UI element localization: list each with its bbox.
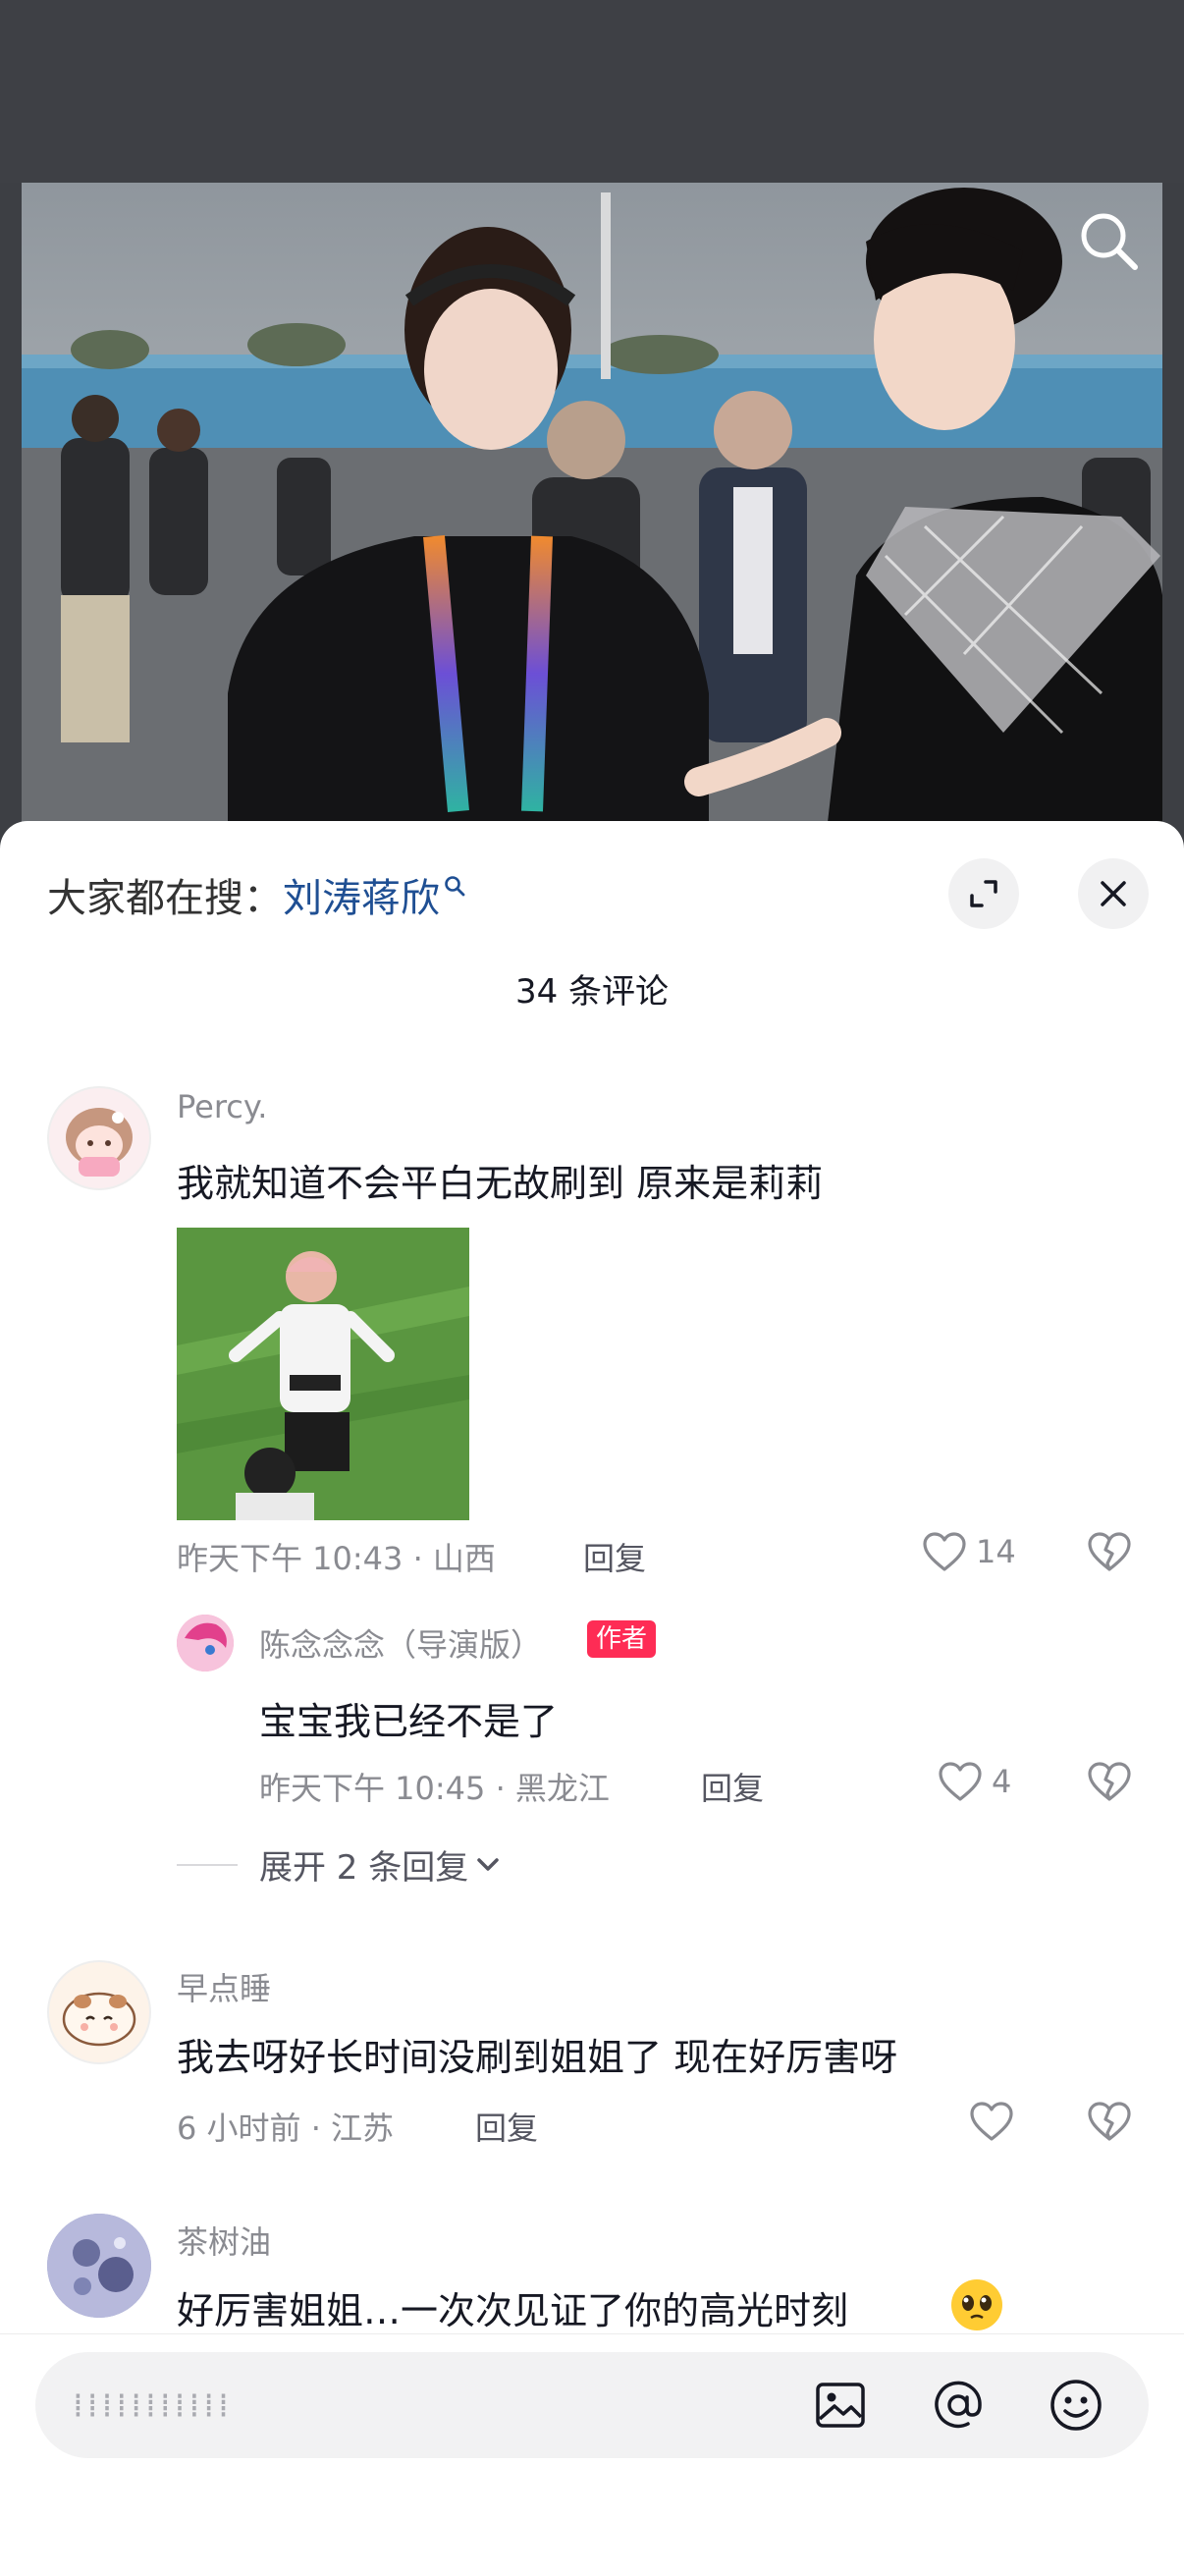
expand-button[interactable] bbox=[948, 858, 1019, 929]
image-icon[interactable] bbox=[811, 2376, 870, 2435]
reply-text: 宝宝我已经不是了 bbox=[259, 1700, 559, 1743]
avatar[interactable] bbox=[177, 1615, 234, 1672]
expand-replies-label: 展开 2 条回复 bbox=[259, 1848, 469, 1888]
avatar-cartoon-girl bbox=[66, 1108, 133, 1177]
comment-nickname[interactable]: 茶树油 bbox=[177, 2218, 271, 2263]
expand-replies-button[interactable]: 展开 2 条回复 bbox=[259, 1840, 502, 1889]
close-icon bbox=[1101, 881, 1126, 906]
comment-text: 我去呀好长时间没刷到姐姐了 现在好厉害呀 bbox=[177, 2036, 898, 2079]
heart-icon[interactable] bbox=[968, 2100, 1015, 2143]
comment-image[interactable] bbox=[177, 1228, 469, 1520]
event-photo-illustration bbox=[22, 183, 1162, 831]
broken-heart-icon[interactable] bbox=[1086, 1760, 1133, 1803]
emoji-icon[interactable] bbox=[1047, 2376, 1105, 2435]
comment-nickname[interactable]: 早点睡 bbox=[177, 1964, 271, 2009]
comment-sheet: 大家都在搜： 刘涛蒋欣 34 条评论 Percy. 我就知道不会平白无故刷到 原… bbox=[0, 821, 1184, 2575]
like-count: 4 bbox=[992, 1763, 1012, 1800]
avatar-pink-pony bbox=[177, 1615, 234, 1672]
like-button[interactable]: 14 bbox=[921, 1530, 1016, 1573]
comment-text: 我就知道不会平白无故刷到 原来是莉莉 bbox=[177, 1162, 824, 1205]
reply-button[interactable]: 回复 bbox=[475, 2104, 538, 2149]
divider-line bbox=[177, 1864, 238, 1866]
pleading-emoji-icon bbox=[951, 2279, 1002, 2330]
search-icon[interactable] bbox=[1074, 206, 1143, 275]
chevron-down-icon bbox=[477, 1857, 499, 1871]
search-icon bbox=[445, 876, 465, 897]
like-button[interactable]: 4 bbox=[937, 1760, 1011, 1803]
comment-text: 好厉害姐姐…一次次见证了你的高光时刻 bbox=[177, 2289, 849, 2332]
avatar[interactable] bbox=[47, 2214, 151, 2318]
like-count: 14 bbox=[976, 1533, 1016, 1570]
comment-meta: 6 小时前 · 江苏 bbox=[177, 2110, 395, 2147]
reply-button[interactable]: 回复 bbox=[583, 1534, 646, 1579]
broken-heart-icon[interactable] bbox=[1086, 1530, 1133, 1573]
at-icon[interactable] bbox=[929, 2376, 988, 2435]
reply-meta: 昨天下午 10:45 · 黑龙江 bbox=[259, 1770, 610, 1807]
post-photo[interactable] bbox=[22, 183, 1162, 831]
comment-input-area bbox=[0, 2333, 1184, 2576]
top-dark-area bbox=[0, 0, 1184, 183]
heart-icon bbox=[939, 1762, 982, 1801]
expand-icon bbox=[970, 880, 997, 907]
avatar-moon-sphere bbox=[47, 2214, 151, 2318]
trending-search[interactable]: 大家都在搜： 刘涛蒋欣 bbox=[47, 870, 465, 921]
avatar-sleepy-bear bbox=[62, 1992, 136, 2047]
dancer-photo bbox=[177, 1228, 469, 1520]
avatar[interactable] bbox=[47, 1086, 151, 1190]
comment-input[interactable] bbox=[71, 2378, 467, 2435]
comment-input-bar[interactable] bbox=[35, 2352, 1149, 2458]
comment-nickname[interactable]: Percy. bbox=[177, 1088, 267, 1125]
broken-heart-icon[interactable] bbox=[1086, 2100, 1133, 2143]
reply-nickname[interactable]: 陈念念念（导演版） bbox=[259, 1620, 542, 1666]
author-badge: 作者 bbox=[587, 1620, 657, 1658]
trending-keyword[interactable]: 刘涛蒋欣 bbox=[283, 866, 440, 923]
trending-prefix: 大家都在搜： bbox=[47, 876, 283, 921]
reply-button[interactable]: 回复 bbox=[701, 1764, 764, 1809]
comment-count: 34 条评论 bbox=[514, 972, 670, 1012]
heart-icon bbox=[923, 1532, 966, 1571]
comment-meta: 昨天下午 10:43 · 山西 bbox=[177, 1540, 496, 1577]
close-button[interactable] bbox=[1078, 858, 1149, 929]
avatar[interactable] bbox=[47, 1960, 151, 2064]
